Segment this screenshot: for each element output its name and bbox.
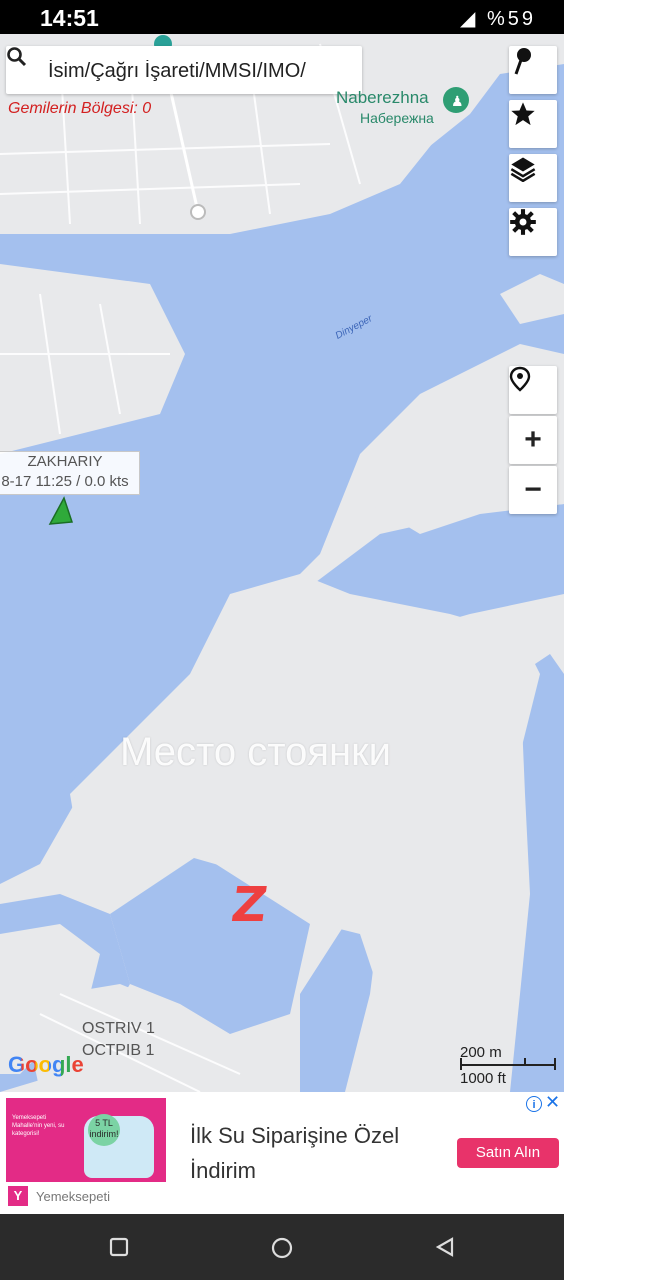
ad-brand-logo: Y	[8, 1186, 28, 1206]
layers-button[interactable]	[509, 154, 557, 202]
vessel-marker-icon[interactable]	[46, 496, 74, 526]
gear-icon	[510, 209, 536, 235]
close-icon[interactable]: ✕	[545, 1092, 560, 1113]
scale-metric: 200 m	[460, 1044, 502, 1061]
ad-cta-button[interactable]: Satın Alın	[457, 1138, 559, 1168]
nav-home-icon[interactable]	[270, 1236, 294, 1260]
map-view[interactable]: ♟ Gemilerin Bölgesi: 0 Naberezhna Набере…	[0, 34, 564, 1092]
nav-recents-icon[interactable]	[108, 1236, 130, 1258]
ad-image[interactable]: Yemeksepeti Mahalle'nin yeni, su kategor…	[6, 1098, 166, 1182]
ad-image-badge: 5 TL indirim!	[88, 1114, 120, 1146]
ad-banner[interactable]: Yemeksepeti Mahalle'nin yeni, su kategor…	[0, 1092, 564, 1214]
overlay-symbol: Z	[228, 877, 271, 933]
poi-label[interactable]: Naberezhna	[336, 88, 429, 108]
zoom-out-button[interactable]: −	[509, 466, 557, 514]
location-pin-icon	[509, 366, 531, 392]
place-label: OSTRIV 1	[82, 1020, 155, 1037]
signal-icon: ◢	[460, 8, 479, 30]
favorites-button[interactable]	[509, 100, 557, 148]
phone-screen: 14:51 ◢ %59 ♟ İsim/Çağrı İşareti/MMSI/IM…	[0, 0, 564, 1280]
pin-icon	[514, 48, 531, 75]
ad-title[interactable]: İlk Su Siparişine Özel İndirim	[190, 1118, 430, 1188]
vessel-name: ZAKHARIY	[27, 453, 103, 470]
google-attribution: Google	[8, 1052, 84, 1078]
status-bar: 14:51 ◢ %59	[0, 0, 564, 34]
info-icon[interactable]: i	[526, 1096, 542, 1112]
settings-button[interactable]	[509, 208, 557, 256]
poi-label-cyrillic: Набережна	[360, 110, 434, 126]
svg-text:♟: ♟	[451, 94, 464, 110]
place-label-cyrillic: ОСТРІВ 1	[82, 1042, 155, 1059]
search-icon	[7, 47, 27, 67]
ad-brand-name: Yemeksepeti	[36, 1189, 110, 1204]
vessel-area-count: Gemilerin Bölgesi: 0	[8, 100, 152, 117]
search-input[interactable]	[46, 52, 362, 90]
star-icon	[511, 102, 535, 126]
scale-imperial: 1000 ft	[460, 1070, 506, 1087]
search-bar[interactable]	[6, 46, 362, 94]
vessel-label[interactable]: ZAKHARIY 8-17 11:25 / 0.0 kts	[0, 451, 140, 495]
map-canvas: ♟	[0, 34, 564, 1092]
overlay-text: Место стоянки	[120, 730, 391, 774]
pin-button[interactable]	[509, 46, 557, 94]
status-time: 14:51	[40, 5, 99, 31]
ad-image-text: Yemeksepeti Mahalle'nin yeni, su kategor…	[12, 1115, 65, 1137]
layers-icon	[510, 157, 536, 182]
nav-back-icon[interactable]	[434, 1236, 456, 1258]
my-location-button[interactable]	[509, 366, 557, 414]
vessel-info: 8-17 11:25 / 0.0 kts	[1, 473, 129, 490]
status-icons: ◢ %59	[460, 6, 536, 31]
google-logo: Google	[8, 1052, 84, 1077]
navigation-bar	[0, 1214, 564, 1280]
battery-percent: %59	[486, 8, 536, 30]
zoom-in-button[interactable]: +	[509, 416, 557, 464]
